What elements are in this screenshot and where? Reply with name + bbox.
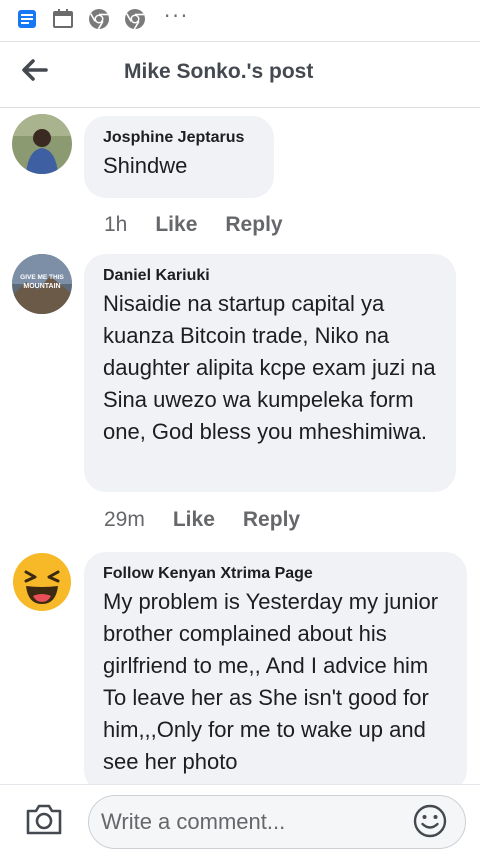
comment-author[interactable]: Daniel Kariuki (103, 266, 437, 286)
comment-bubble: Daniel Kariuki Nisaidie na startup capit… (84, 254, 456, 492)
like-button[interactable]: Like (173, 508, 215, 532)
chrome-icon (125, 9, 145, 30)
comment-text: Nisaidie na startup capital ya kuanza Bi… (103, 291, 436, 444)
comment-input[interactable] (88, 795, 466, 849)
reply-button[interactable]: Reply (243, 508, 300, 532)
comment-text: Shindwe (103, 153, 188, 178)
comment-composer (0, 784, 480, 854)
comment-bubble: Josphine Jeptarus Shindwe (84, 116, 274, 198)
status-bar: ··· (0, 0, 480, 42)
calendar-icon (53, 9, 73, 28)
smiley-icon[interactable] (412, 803, 448, 839)
overflow-dots: ··· (164, 4, 190, 28)
avatar-caption: GIVE ME THIS (20, 274, 64, 281)
comment-time: 29m (104, 508, 145, 531)
page-title: Mike Sonko.'s post (124, 60, 314, 83)
comment-author[interactable]: Josphine Jeptarus (103, 128, 255, 148)
message-icon (18, 10, 36, 28)
comment-author[interactable]: Follow Kenyan Xtrima Page (103, 564, 448, 584)
reply-button[interactable]: Reply (225, 213, 282, 237)
comment-list: Josphine Jeptarus Shindwe 1h Like Reply GI… (0, 108, 480, 784)
laughing-emoji-avatar-icon[interactable] (12, 552, 72, 612)
comment-text: My problem is Yesterday my junior brothe… (103, 589, 439, 774)
comment-actions: 1h Like Reply (104, 213, 283, 237)
avatar[interactable] (12, 114, 72, 174)
svg-text:MOUNTAIN: MOUNTAIN (23, 283, 60, 290)
back-arrow-icon[interactable] (18, 56, 54, 84)
comment-time: 1h (104, 213, 128, 236)
comment-bubble: Follow Kenyan Xtrima Page My problem is … (84, 552, 467, 784)
like-button[interactable]: Like (155, 213, 197, 237)
comment-actions: 29m Like Reply (104, 508, 300, 532)
camera-icon[interactable] (24, 801, 64, 837)
post-header: Mike Sonko.'s post (0, 42, 480, 108)
avatar[interactable]: GIVE ME THIS MOUNTAIN (12, 254, 72, 314)
chrome-icon (89, 9, 109, 30)
